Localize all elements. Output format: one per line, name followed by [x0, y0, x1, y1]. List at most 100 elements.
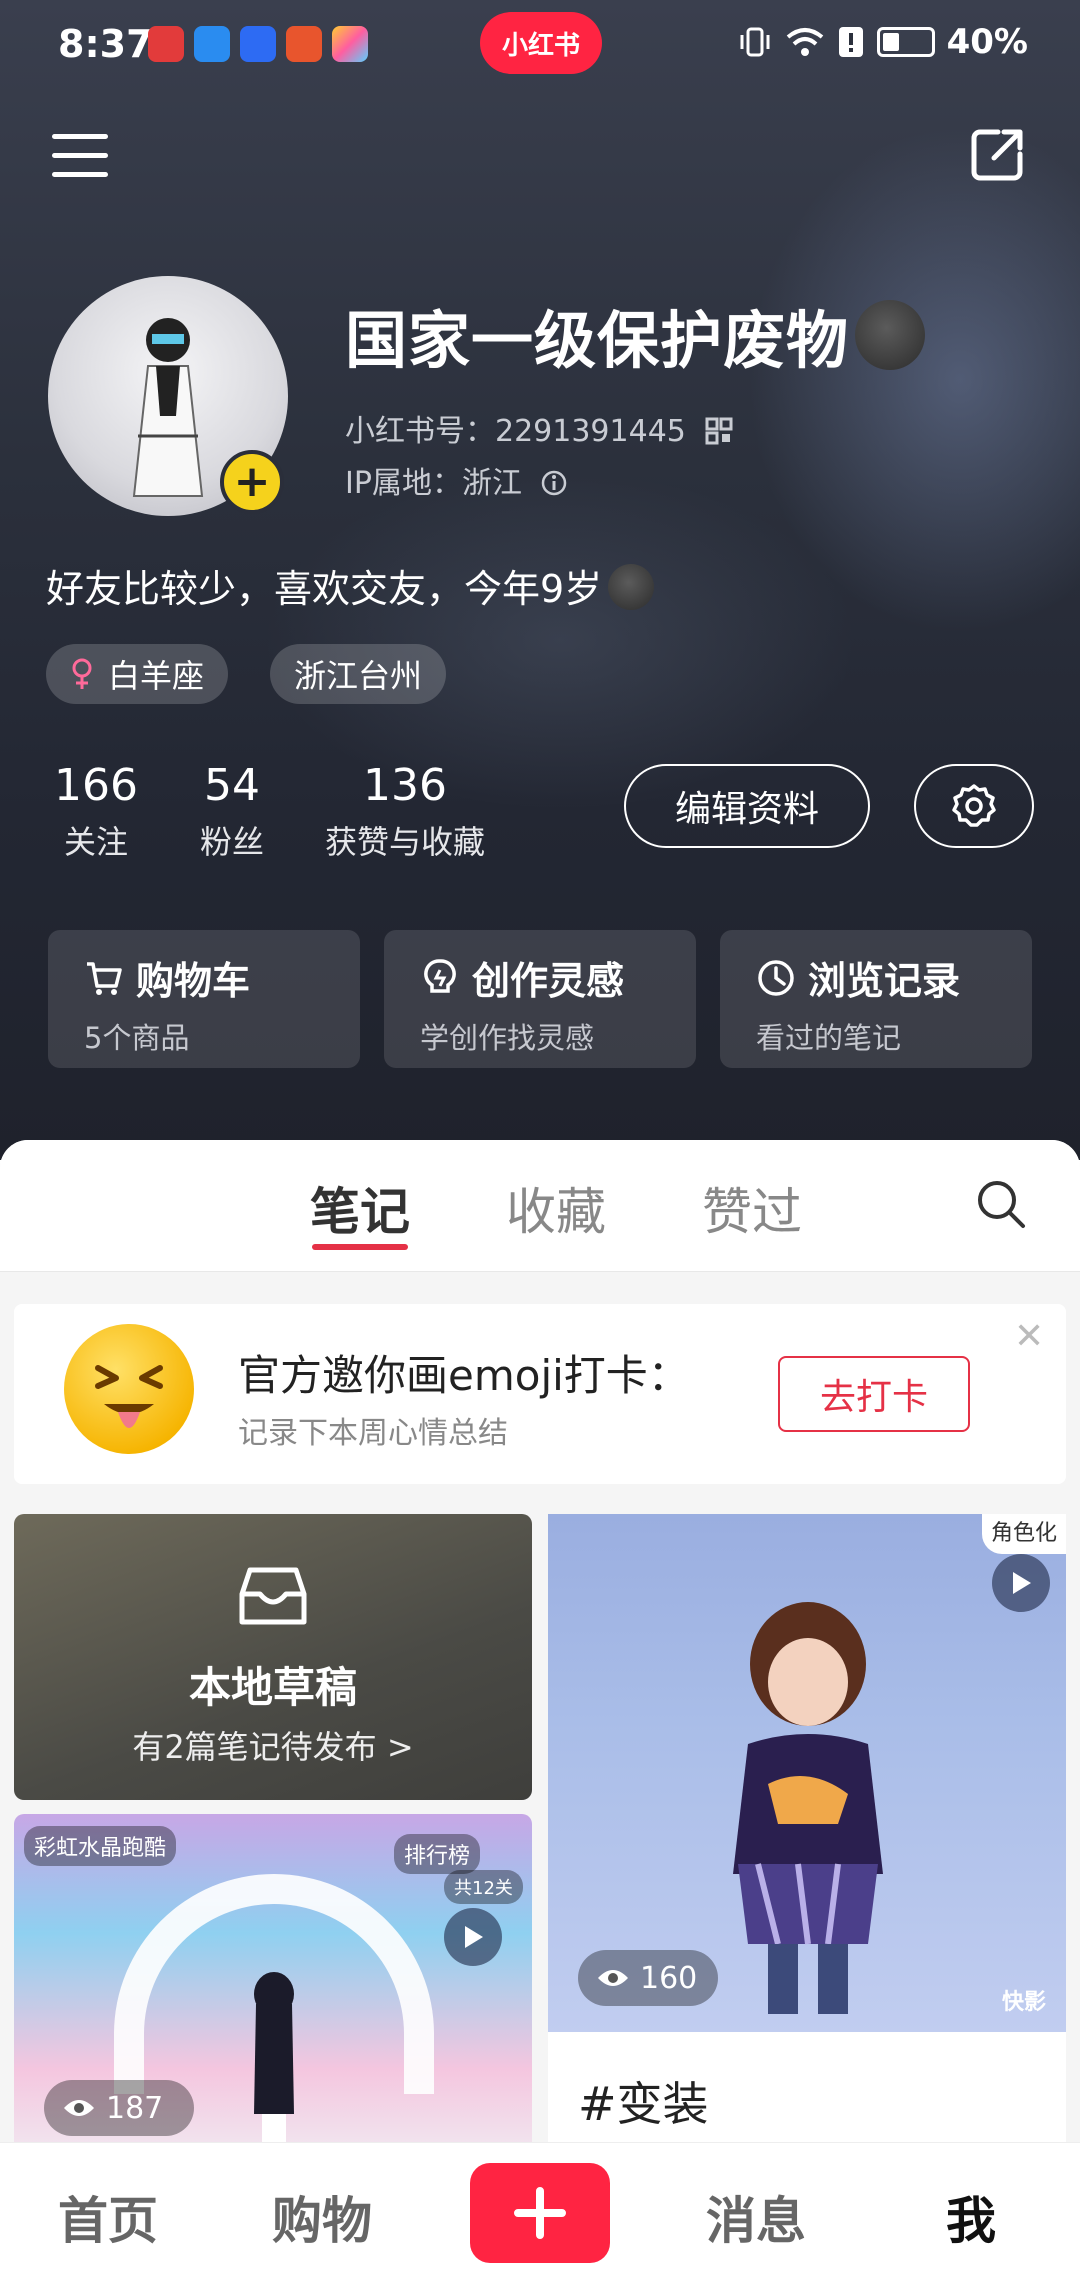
create-post-button[interactable] [470, 2163, 610, 2263]
lightbulb-app-icon [240, 26, 276, 62]
menu-icon[interactable] [52, 134, 108, 178]
stat-following[interactable]: 166 关注 [46, 760, 146, 863]
settings-button[interactable] [914, 764, 1034, 848]
laughing-emoji-icon [64, 1324, 194, 1454]
nav-me[interactable]: 我 [946, 2181, 996, 2253]
shortcut-cart[interactable]: 购物车 5个商品 [48, 930, 360, 1068]
stat-likes-label: 获赞与收藏 [324, 823, 485, 861]
shortcut-history-subtitle: 看过的笔记 [756, 1021, 902, 1055]
note-1-chip-rank: 排行榜 [394, 1834, 481, 1874]
checkin-button[interactable]: 去打卡 [778, 1356, 970, 1432]
shop-app-icon [286, 26, 322, 62]
drafts-title: 本地草稿 [188, 1663, 357, 1712]
content-panel: 笔记 收藏 赞过 官方邀你画emoji打卡： 记录下本周心情总结 去打卡 ✕ 本… [0, 1140, 1080, 2280]
shortcut-history-title: 浏览记录 [808, 959, 961, 1003]
tag-location-label: 浙江台州 [294, 657, 423, 695]
profile-name-text: 国家一级保护废物 [345, 304, 850, 377]
status-indicators: 40% [737, 22, 1028, 62]
eye-icon [598, 1970, 628, 1986]
banner-subtitle: 记录下本周心情总结 [238, 1416, 508, 1451]
smirk-emoji-icon [855, 300, 926, 370]
plus-icon [514, 2187, 566, 2239]
note-2-views-count: 160 [640, 1960, 698, 1996]
gear-icon [952, 784, 996, 827]
note-2-corner-label: 角色化 [982, 1514, 1066, 1554]
note-2-watermark: 快影 [1001, 1990, 1046, 2015]
search-app-icon [194, 26, 230, 62]
tag-zodiac-label: 白羊座 [108, 657, 205, 695]
gallery-app-icon [332, 26, 368, 62]
emoji-checkin-banner[interactable]: 官方邀你画emoji打卡： 记录下本周心情总结 去打卡 ✕ [14, 1304, 1066, 1484]
battery-icon [876, 27, 935, 57]
info-icon[interactable] [540, 469, 568, 497]
edit-profile-button[interactable]: 编辑资料 [624, 764, 870, 848]
play-icon[interactable] [444, 1908, 502, 1966]
play-icon[interactable] [992, 1554, 1050, 1612]
inbox-icon [239, 1567, 307, 1625]
clock-icon [758, 959, 794, 996]
app-notification-icon [148, 26, 184, 62]
banner-title: 官方邀你画emoji打卡： [238, 1351, 690, 1400]
bulb-icon [424, 958, 456, 993]
note-card-2[interactable]: 角色化 160 快影 [548, 1514, 1066, 2032]
note-1-character-icon [254, 1972, 294, 2144]
alert-icon [838, 27, 863, 57]
note-2-character-icon [733, 1602, 883, 2014]
stat-following-label: 关注 [63, 823, 128, 861]
tag-location[interactable]: 浙江台州 [270, 644, 447, 704]
battery-percent: 40% [946, 22, 1028, 62]
stat-likes-collects[interactable]: 136 获赞与收藏 [312, 760, 498, 863]
note-1-views-count: 187 [106, 2090, 164, 2126]
note-card-1[interactable]: 彩虹水晶跑酷 排行榜 共12关 187 [14, 1814, 532, 2154]
profile-name: 国家一级保护废物 [345, 290, 926, 380]
shortcut-inspiration[interactable]: 创作灵感 学创作找灵感 [384, 930, 696, 1068]
stat-followers-value: 54 [204, 760, 260, 811]
profile-bio-text: 好友比较少，喜欢交友，今年9岁 [46, 567, 603, 611]
eye-icon [64, 2100, 94, 2116]
female-icon [72, 658, 92, 689]
close-icon[interactable]: ✕ [1014, 1316, 1044, 1357]
wifi-icon [786, 28, 823, 56]
tab-bar: 笔记 收藏 赞过 [0, 1140, 1080, 1272]
tab-liked[interactable]: 赞过 [702, 1172, 802, 1244]
profile-id-row[interactable]: 小红书号：2291391445 [345, 406, 733, 450]
vibrate-icon [740, 27, 770, 57]
ip-location: IP属地：浙江 [345, 466, 522, 501]
nav-messages[interactable]: 消息 [706, 2181, 806, 2253]
note-1-chip-title: 彩虹水晶跑酷 [24, 1826, 177, 1866]
shortcut-cart-subtitle: 5个商品 [84, 1021, 190, 1055]
shortcut-inspiration-title: 创作灵感 [472, 959, 625, 1003]
smirk-emoji-small-icon [608, 564, 655, 610]
stat-followers-label: 粉丝 [199, 823, 264, 861]
note-1-views: 187 [44, 2080, 194, 2136]
stat-likes-value: 136 [363, 760, 447, 811]
shortcut-history[interactable]: 浏览记录 看过的笔记 [720, 930, 1032, 1068]
note-1-chip-levels: 共12关 [444, 1870, 523, 1904]
active-tab-underline [312, 1244, 408, 1250]
search-icon[interactable] [975, 1178, 1027, 1230]
nav-shopping[interactable]: 购物 [272, 2181, 372, 2253]
avatar-character-icon [132, 318, 204, 497]
add-avatar-button[interactable]: + [220, 450, 284, 514]
shortcut-inspiration-subtitle: 学创作找灵感 [420, 1021, 595, 1055]
local-drafts-card[interactable]: 本地草稿 有2篇笔记待发布 > [14, 1514, 532, 1800]
tab-collections[interactable]: 收藏 [506, 1172, 606, 1244]
tab-notes[interactable]: 笔记 [310, 1172, 410, 1244]
share-icon[interactable] [968, 124, 1028, 184]
profile-bio: 好友比较少，喜欢交友，今年9岁 [46, 558, 655, 613]
status-bar: 8:37 小红书 40% [0, 0, 1080, 92]
nav-home[interactable]: 首页 [58, 2181, 158, 2253]
qrcode-icon[interactable] [705, 417, 733, 445]
note-2-caption[interactable]: #变装 [548, 2032, 1066, 2152]
shortcut-cart-title: 购物车 [136, 959, 251, 1003]
profile-id: 小红书号：2291391445 [345, 414, 686, 449]
stat-followers[interactable]: 54 粉丝 [182, 760, 282, 863]
xiaohongshu-pill[interactable]: 小红书 [480, 12, 602, 74]
note-2-views: 160 [578, 1950, 718, 2006]
status-time: 8:37 [58, 22, 153, 66]
bottom-nav: 首页 购物 消息 我 [0, 2142, 1080, 2280]
tag-zodiac[interactable]: 白羊座 [46, 644, 229, 704]
stat-following-value: 166 [54, 760, 138, 811]
ip-location-row: IP属地：浙江 [345, 458, 568, 502]
drafts-subtitle: 有2篇笔记待发布 > [132, 1728, 414, 1766]
